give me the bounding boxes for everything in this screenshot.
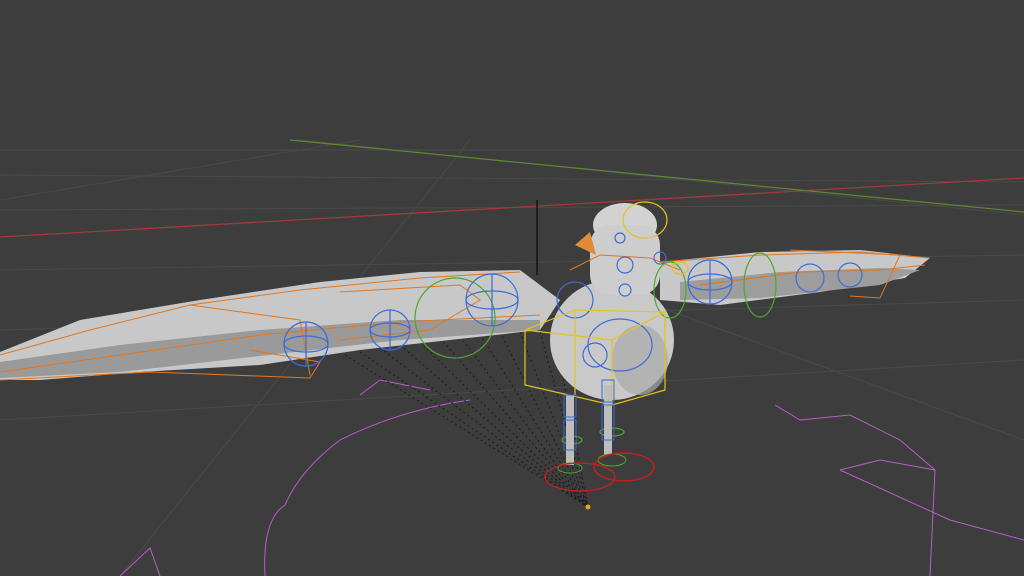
origin-point: [585, 504, 591, 510]
projection-dots: [344, 331, 589, 508]
3d-viewport[interactable]: [0, 0, 1024, 576]
y-axis-line: [289, 139, 1024, 213]
viewport-canvas[interactable]: [0, 0, 1024, 576]
bird-wing-mesh: [0, 250, 930, 380]
x-axis-line: [0, 177, 1024, 238]
